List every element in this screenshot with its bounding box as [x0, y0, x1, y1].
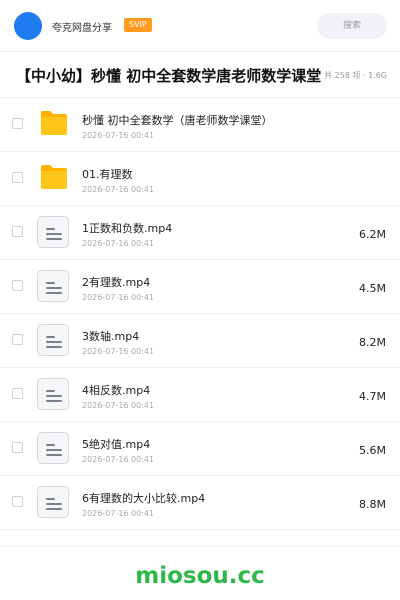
page-title: 【中小幼】秒懂 初中全套数学唐老师数学课堂	[16, 67, 322, 85]
app-logo[interactable]	[14, 12, 42, 40]
file-date: 2026-07-16 00:41	[82, 185, 155, 194]
share-header: 【中小幼】秒懂 初中全套数学唐老师数学课堂 共 258 项 · 1.6G	[0, 52, 400, 98]
file-size: 4.7M	[359, 390, 386, 403]
brand-name: 夸克网盘分享	[52, 23, 112, 34]
file-date: 2026-07-16 00:41	[82, 239, 155, 248]
row-checkbox[interactable]	[12, 442, 23, 453]
folder-row[interactable]: 01.有理数 2026-07-16 00:41	[0, 152, 400, 206]
video-file-icon	[37, 216, 69, 248]
row-checkbox[interactable]	[12, 280, 23, 291]
footer-divider	[0, 546, 400, 547]
folder-icon	[41, 165, 67, 189]
file-name[interactable]: 01.有理数	[82, 166, 133, 182]
folder-icon	[41, 111, 67, 135]
row-checkbox[interactable]	[12, 388, 23, 399]
file-list: 秒懂 初中全套数学（唐老师数学课堂） 2026-07-16 00:41 01.有理数…	[0, 98, 400, 530]
folder-row[interactable]: 秒懂 初中全套数学（唐老师数学课堂） 2026-07-16 00:41	[0, 98, 400, 152]
video-file-icon	[37, 432, 69, 464]
watermark: miosou.cc	[135, 563, 265, 589]
row-checkbox[interactable]	[12, 118, 23, 129]
file-name[interactable]: 2有理数.mp4	[82, 274, 150, 290]
file-row[interactable]: 2有理数.mp4 2026-07-16 00:41 4.5M	[0, 260, 400, 314]
file-date: 2026-07-16 00:41	[82, 347, 155, 356]
file-size: 8.8M	[359, 498, 386, 511]
row-checkbox[interactable]	[12, 334, 23, 345]
file-name[interactable]: 秒懂 初中全套数学（唐老师数学课堂）	[82, 112, 273, 128]
video-file-icon	[37, 270, 69, 302]
search-input[interactable]: 搜索	[317, 13, 387, 39]
file-name[interactable]: 6有理数的大小比较.mp4	[82, 490, 205, 506]
file-row[interactable]: 1正数和负数.mp4 2026-07-16 00:41 6.2M	[0, 206, 400, 260]
file-size: 6.2M	[359, 228, 386, 241]
row-checkbox[interactable]	[12, 226, 23, 237]
file-name[interactable]: 3数轴.mp4	[82, 328, 139, 344]
svip-badge[interactable]: SVIP	[124, 18, 152, 32]
file-date: 2026-07-16 00:41	[82, 455, 155, 464]
file-size: 8.2M	[359, 336, 386, 349]
file-row[interactable]: 4相反数.mp4 2026-07-16 00:41 4.7M	[0, 368, 400, 422]
top-bar: 夸克网盘分享 SVIP 搜索	[0, 0, 400, 52]
file-row[interactable]: 5绝对值.mp4 2026-07-16 00:41 5.6M	[0, 422, 400, 476]
file-name[interactable]: 4相反数.mp4	[82, 382, 150, 398]
row-checkbox[interactable]	[12, 496, 23, 507]
video-file-icon	[37, 486, 69, 518]
file-name[interactable]: 5绝对值.mp4	[82, 436, 150, 452]
file-date: 2026-07-16 00:41	[82, 293, 155, 302]
file-date: 2026-07-16 00:41	[82, 401, 155, 410]
video-file-icon	[37, 378, 69, 410]
file-date: 2026-07-16 00:41	[82, 509, 155, 518]
share-meta: 共 258 项 · 1.6G	[324, 71, 387, 80]
video-file-icon	[37, 324, 69, 356]
row-checkbox[interactable]	[12, 172, 23, 183]
file-date: 2026-07-16 00:41	[82, 131, 155, 140]
file-size: 4.5M	[359, 282, 386, 295]
file-row[interactable]: 3数轴.mp4 2026-07-16 00:41 8.2M	[0, 314, 400, 368]
file-size: 5.6M	[359, 444, 386, 457]
file-name[interactable]: 1正数和负数.mp4	[82, 220, 172, 236]
file-row[interactable]: 6有理数的大小比较.mp4 2026-07-16 00:41 8.8M	[0, 476, 400, 530]
